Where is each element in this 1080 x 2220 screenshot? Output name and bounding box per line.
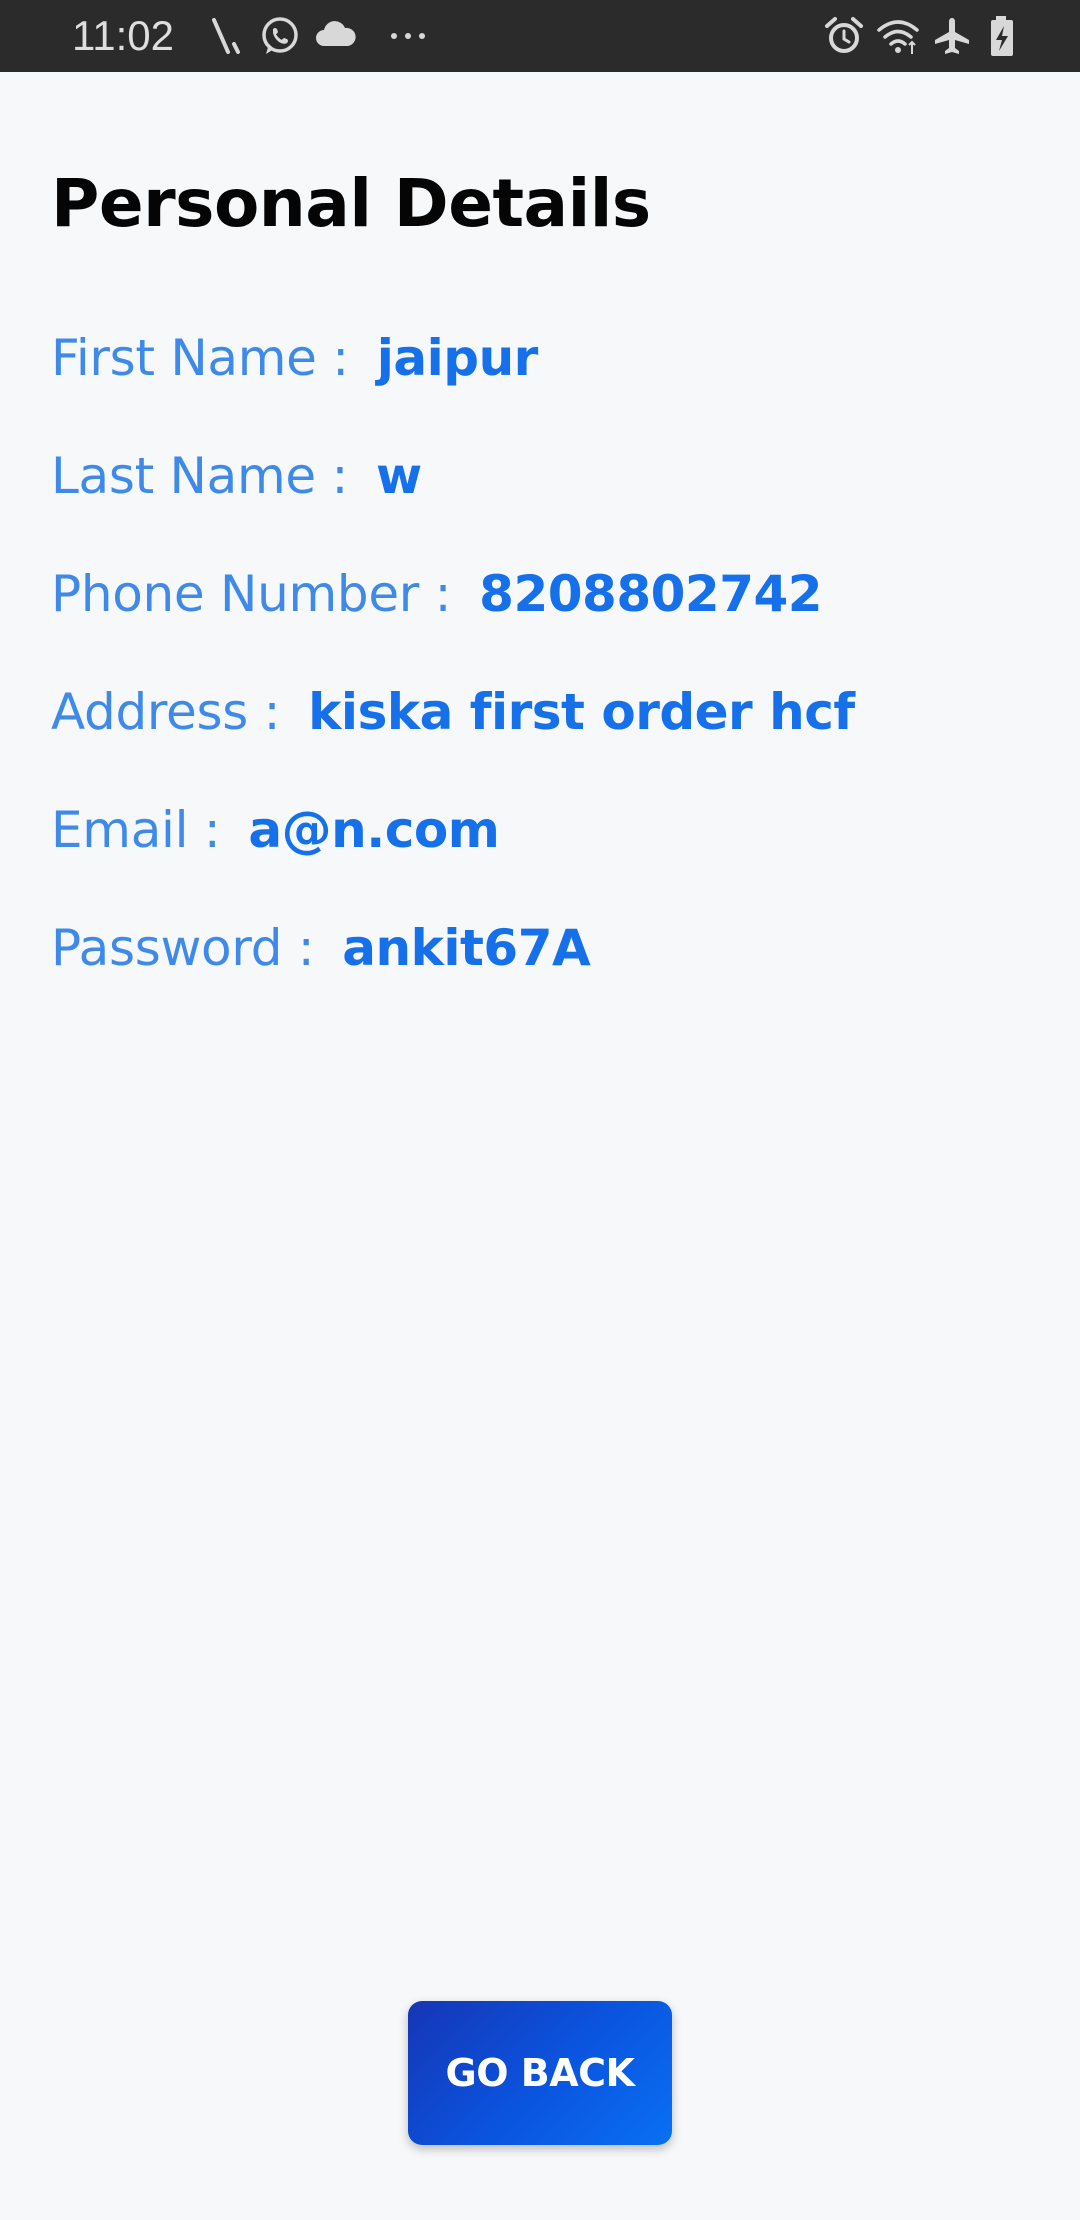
personal-details-screen: Personal Details First Name : jaipur Last… [0,72,1080,2220]
page-title: Personal Details [51,165,651,242]
address-row: Address : kiska first order hcf [51,676,855,748]
password-label: Password : [51,919,315,977]
email-label: Email : [51,801,221,859]
cloud-icon [316,21,356,46]
whatsapp-icon [262,17,298,54]
signal-slash-icon [212,18,240,54]
alarm-icon [825,17,863,53]
last-name-label: Last Name : [51,447,348,505]
address-label: Address : [51,683,281,741]
status-time: 11:02 [72,12,174,59]
email-row: Email : a@n.com [51,794,500,866]
first-name-row: First Name : jaipur [51,322,538,394]
password-value: ankit67A [342,919,591,977]
status-bar: 11:02 [0,0,1080,72]
last-name-value: w [376,447,422,505]
airplane-icon [935,18,969,54]
phone-number-value: 8208802742 [479,565,823,623]
last-name-row: Last Name : w [51,440,422,512]
phone-number-label: Phone Number : [51,565,452,623]
email-value: a@n.com [248,801,500,859]
first-name-label: First Name : [51,329,349,387]
go-back-button[interactable]: GO BACK [408,2001,672,2145]
first-name-value: jaipur [376,329,539,387]
more-dots-icon [391,33,425,39]
battery-charging-icon [991,16,1013,56]
password-row: Password : ankit67A [51,912,591,984]
address-value: kiska first order hcf [308,683,855,741]
phone-number-row: Phone Number : 8208802742 [51,558,823,630]
wifi-icon [877,20,919,54]
